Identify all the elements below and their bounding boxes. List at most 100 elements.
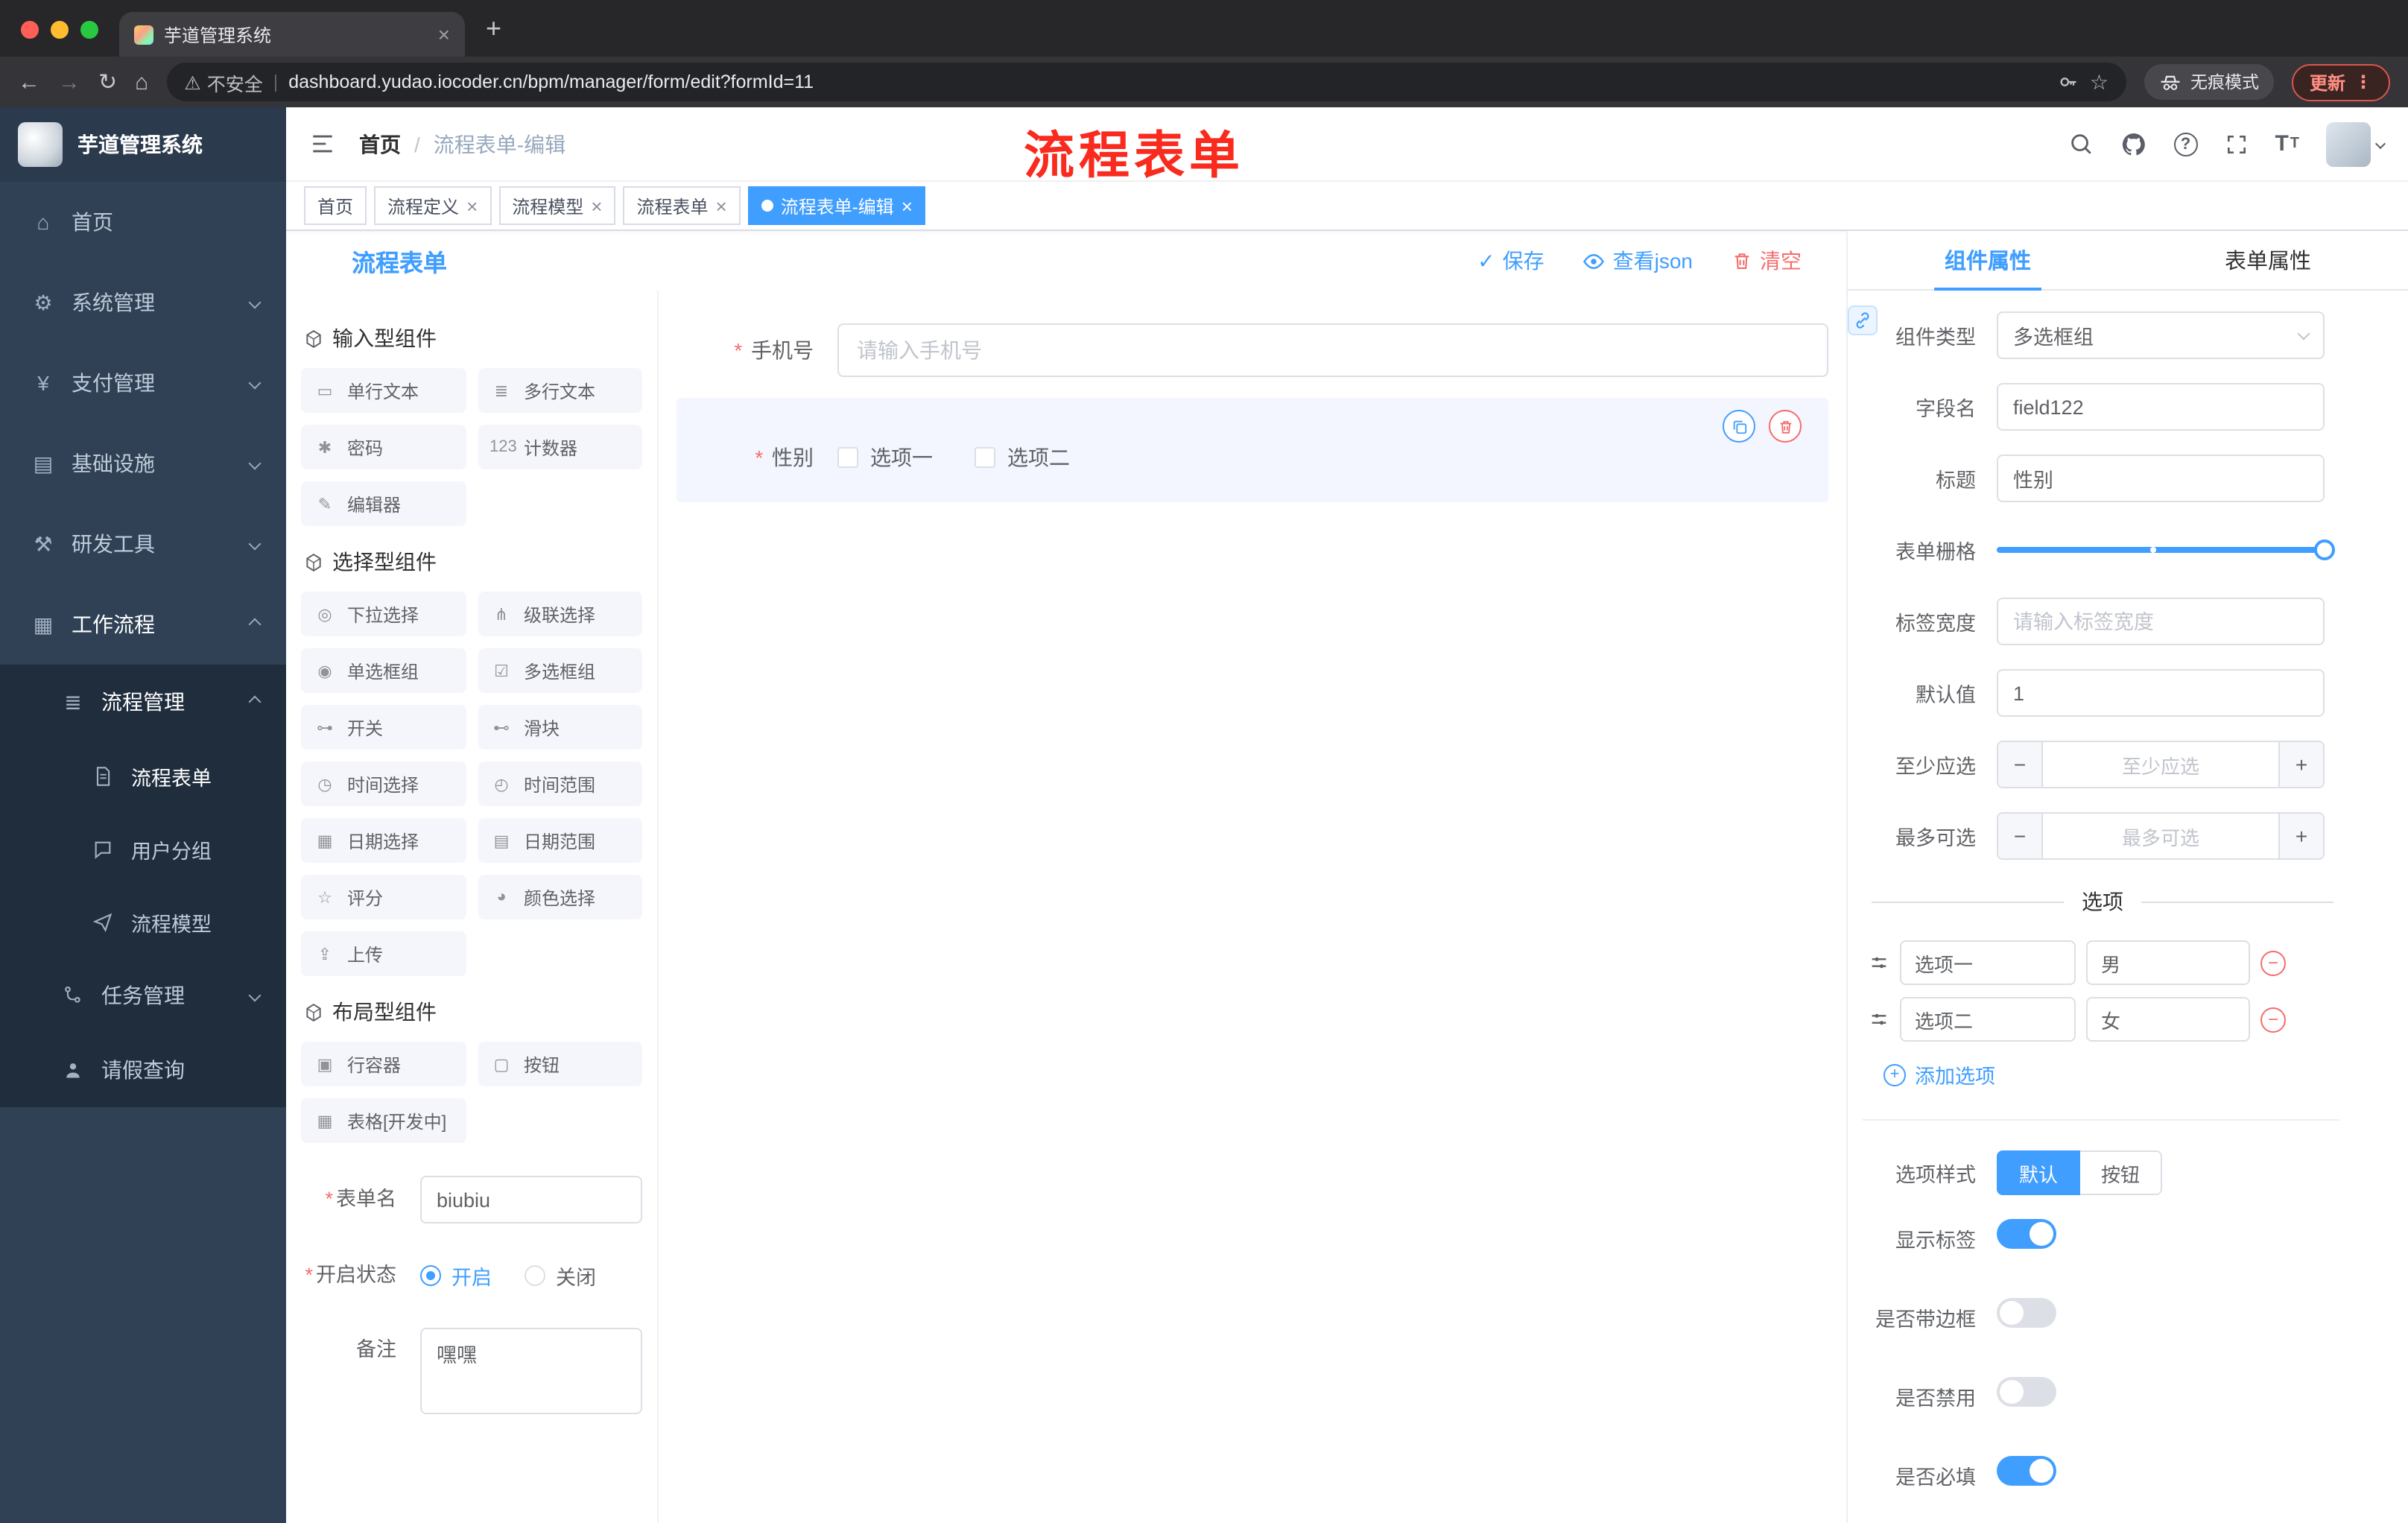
palette-component[interactable]: ◕ 颜色选择 — [478, 875, 642, 919]
fullscreen-icon[interactable] — [2224, 132, 2248, 156]
browser-tab[interactable]: 芋道管理系统 × — [119, 12, 465, 57]
close-icon[interactable]: × — [591, 194, 602, 217]
sidebar-item-devtools[interactable]: ⚒ 研发工具 — [0, 504, 286, 584]
bookmark-star-icon[interactable]: ☆ — [2090, 69, 2108, 95]
close-icon[interactable]: × — [466, 194, 478, 217]
breadcrumb-home[interactable]: 首页 — [359, 129, 401, 159]
palette-component[interactable]: ✎ 编辑器 — [301, 481, 466, 526]
remove-option-icon[interactable]: − — [2260, 950, 2286, 975]
option-value-input[interactable] — [2086, 997, 2250, 1042]
title-input[interactable] — [1997, 455, 2325, 502]
checkbox-option-1[interactable]: 选项一 — [837, 443, 933, 472]
password-key-icon[interactable] — [2059, 72, 2079, 92]
palette-component[interactable]: ✱ 密码 — [301, 425, 466, 469]
sidebar-item-user-group[interactable]: 用户分组 — [0, 812, 286, 885]
required-toggle[interactable] — [1997, 1456, 2056, 1486]
delete-component-button[interactable] — [1769, 410, 1802, 443]
palette-component[interactable]: ▣ 行容器 — [301, 1042, 466, 1086]
palette-component[interactable]: ≣ 多行文本 — [478, 368, 642, 413]
style-button-button[interactable]: 按钮 — [2080, 1150, 2163, 1195]
reload-icon[interactable]: ↻ — [98, 71, 117, 93]
sidebar-item-payment[interactable]: ¥ 支付管理 — [0, 343, 286, 423]
remove-option-icon[interactable]: − — [2260, 1007, 2286, 1032]
sidebar-item-task-mgmt[interactable]: 任务管理 — [0, 958, 286, 1033]
label-width-input[interactable] — [1997, 598, 2325, 645]
palette-component[interactable]: 123 计数器 — [478, 425, 642, 469]
min-select-value[interactable]: 至少应选 — [2043, 742, 2278, 787]
radio-closed[interactable]: 关闭 — [525, 1261, 596, 1291]
sidebar-item-infra[interactable]: ▤ 基础设施 — [0, 423, 286, 504]
sidebar-item-process-mgmt[interactable]: ≣ 流程管理 — [0, 665, 286, 739]
help-icon[interactable]: ? — [2173, 132, 2198, 156]
home-icon[interactable]: ⌂ — [135, 71, 148, 93]
tab-form-props[interactable]: 表单属性 — [2128, 231, 2408, 289]
palette-component[interactable]: ▦ 表格[开发中] — [301, 1098, 466, 1143]
checkbox-option-2[interactable]: 选项二 — [975, 443, 1070, 472]
palette-component[interactable]: ◷ 时间选择 — [301, 762, 466, 806]
sidebar-item-home[interactable]: ⌂ 首页 — [0, 182, 286, 262]
close-icon[interactable]: × — [902, 194, 913, 217]
default-value-input[interactable] — [1997, 669, 2325, 717]
update-browser-button[interactable]: 更新 ⋮ — [2291, 63, 2390, 101]
user-avatar[interactable] — [2326, 121, 2386, 166]
plus-icon[interactable]: + — [2278, 814, 2323, 858]
palette-component[interactable]: ⊶ 开关 — [301, 705, 466, 750]
palette-component[interactable]: ◎ 下拉选择 — [301, 592, 466, 636]
maximize-window-button[interactable] — [80, 21, 98, 39]
font-size-icon[interactable]: TT — [2275, 131, 2299, 156]
palette-component[interactable]: ⇪ 上传 — [301, 931, 466, 976]
option-value-input[interactable] — [2086, 940, 2250, 985]
security-warning[interactable]: ⚠ 不安全 — [184, 68, 262, 96]
palette-component[interactable]: ▭ 单行文本 — [301, 368, 466, 413]
minus-icon[interactable]: − — [1998, 814, 2043, 858]
canvas-field-gender-selected[interactable]: * 性别 选项一 选项二 — [677, 398, 1828, 502]
tag-process-form[interactable]: 流程表单 × — [623, 186, 741, 225]
palette-component[interactable]: ⋔ 级联选择 — [478, 592, 642, 636]
disabled-toggle[interactable] — [1997, 1377, 2056, 1407]
option-label-input[interactable] — [1900, 997, 2076, 1042]
drag-handle-icon[interactable] — [1869, 952, 1889, 973]
radio-open[interactable]: 开启 — [420, 1261, 492, 1291]
sidebar-item-workflow[interactable]: ▦ 工作流程 — [0, 584, 286, 665]
option-label-input[interactable] — [1900, 940, 2076, 985]
tag-process-form-edit[interactable]: 流程表单-编辑 × — [747, 186, 926, 225]
search-icon[interactable] — [2068, 131, 2093, 156]
plus-icon[interactable]: + — [2278, 742, 2323, 787]
minimize-window-button[interactable] — [51, 21, 69, 39]
grid-slider[interactable] — [1997, 526, 2335, 574]
form-canvas[interactable]: * 手机号 请输入手机号 * 性别 选项一 选项二 — [659, 291, 1846, 1523]
palette-component[interactable]: ☑ 多选框组 — [478, 648, 642, 693]
new-tab-button[interactable]: + — [486, 13, 501, 45]
view-json-button[interactable]: 查看json — [1583, 246, 1693, 276]
canvas-field-phone[interactable]: * 手机号 — [677, 323, 1828, 377]
sidebar-item-system[interactable]: ⚙ 系统管理 — [0, 262, 286, 343]
minus-icon[interactable]: − — [1998, 742, 2043, 787]
palette-component[interactable]: ▦ 日期选择 — [301, 818, 466, 863]
component-type-select[interactable]: 多选框组 — [1997, 311, 2325, 359]
palette-component[interactable]: ⊷ 滑块 — [478, 705, 642, 750]
address-bar[interactable]: ⚠ 不安全 | dashboard.yudao.iocoder.cn/bpm/m… — [166, 63, 2126, 101]
tag-process-model[interactable]: 流程模型 × — [498, 186, 616, 225]
slider-handle[interactable] — [2314, 539, 2335, 560]
back-icon[interactable]: ← — [18, 71, 40, 93]
save-button[interactable]: ✓ 保存 — [1477, 246, 1544, 276]
sidebar-item-process-model[interactable]: 流程模型 — [0, 885, 286, 958]
palette-component[interactable]: ▤ 日期范围 — [478, 818, 642, 863]
max-select-value[interactable]: 最多可选 — [2043, 814, 2278, 858]
palette-component[interactable]: ▢ 按钮 — [478, 1042, 642, 1086]
show-label-toggle[interactable] — [1997, 1219, 2056, 1249]
tab-close-icon[interactable]: × — [438, 22, 450, 46]
tag-process-definition[interactable]: 流程定义 × — [374, 186, 492, 225]
github-icon[interactable] — [2120, 130, 2146, 157]
close-window-button[interactable] — [21, 21, 39, 39]
sidebar-item-process-form[interactable]: 流程表单 — [0, 739, 286, 812]
link-icon[interactable] — [1848, 305, 1878, 335]
sidebar-item-leave-query[interactable]: 请假查询 — [0, 1033, 286, 1107]
add-option-button[interactable]: + 添加选项 — [1883, 1060, 2339, 1089]
remark-textarea[interactable]: 嘿嘿 — [420, 1328, 642, 1414]
form-name-input[interactable] — [420, 1176, 642, 1223]
style-default-button[interactable]: 默认 — [1997, 1150, 2081, 1195]
clear-button[interactable]: 清空 — [1731, 246, 1802, 276]
drag-handle-icon[interactable] — [1869, 1009, 1889, 1030]
forward-icon[interactable]: → — [58, 71, 80, 93]
